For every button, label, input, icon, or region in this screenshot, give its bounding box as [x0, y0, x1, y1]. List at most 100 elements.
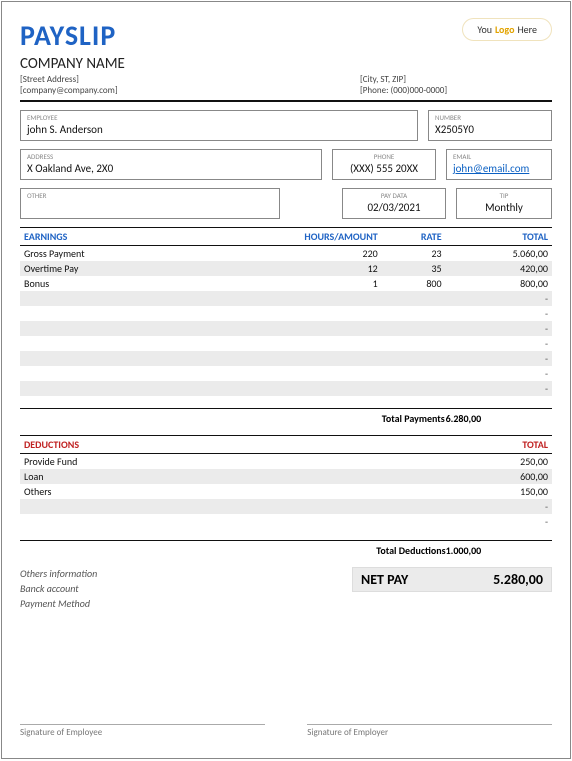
deductions-row: Loan600,00 — [20, 469, 552, 484]
deductions-col-name: DEDUCTIONS — [20, 435, 446, 453]
header-row: PAYSLIP You Logo Here — [20, 18, 552, 53]
earnings-row: Gross Payment220235.060,00 — [20, 246, 552, 262]
netpay-label: NET PAY — [361, 571, 408, 588]
logo-post: Here — [517, 23, 537, 36]
earnings-total: 5.060,00 — [446, 246, 552, 262]
employee-field: EMPLOYEE john S. Anderson — [20, 110, 418, 141]
company-city: [City, ST, ZIP] — [360, 74, 552, 85]
dash: - — [446, 351, 552, 366]
email-value: john@email.com — [453, 162, 545, 175]
company-address: [Street Address] — [20, 74, 360, 85]
deductions-name: Provide Fund — [20, 453, 446, 469]
dash: - — [446, 514, 552, 529]
deductions-total: 600,00 — [446, 469, 552, 484]
field-row-2: ADDRESS X Oakland Ave, 2X0 PHONE (XXX) 5… — [20, 149, 552, 180]
dash: - — [446, 306, 552, 321]
deductions-col-total: TOTAL — [446, 435, 552, 453]
earnings-row-empty: - — [20, 366, 552, 381]
company-phone: [Phone: (000)000-0000] — [360, 85, 552, 96]
signature-employer: Signature of Employer — [307, 724, 552, 738]
number-label: NUMBER — [435, 113, 545, 122]
deductions-name: Loan — [20, 469, 446, 484]
earnings-col-name: EARNINGS — [20, 228, 265, 246]
deductions-table: DEDUCTIONS TOTAL Provide Fund250,00Loan6… — [20, 435, 552, 558]
earnings-name: Overtime Pay — [20, 261, 265, 276]
deductions-total-value: 1.000,00 — [446, 541, 552, 558]
deductions-name: Others — [20, 484, 446, 499]
earnings-table: EARNINGS HOURS/AMOUNT RATE TOTAL Gross P… — [20, 227, 552, 425]
others-heading: Others information — [20, 567, 97, 580]
company-name: COMPANY NAME — [20, 55, 552, 73]
earnings-row: Overtime Pay1235420,00 — [20, 261, 552, 276]
deductions-total: 150,00 — [446, 484, 552, 499]
others-line-1: Payment Method — [20, 597, 97, 610]
earnings-name: Bonus — [20, 276, 265, 291]
tip-field: TIP Monthly — [456, 188, 552, 219]
company-email: [company@company.com] — [20, 85, 360, 96]
dash: - — [446, 291, 552, 306]
earnings-name: Gross Payment — [20, 246, 265, 262]
earnings-rate: 35 — [382, 261, 446, 276]
earnings-hours: 1 — [265, 276, 382, 291]
earnings-row-empty: - — [20, 291, 552, 306]
tip-value: Monthly — [463, 201, 545, 214]
address-field: ADDRESS X Oakland Ave, 2X0 — [20, 149, 322, 180]
netpay-box: NET PAY 5.280,00 — [352, 567, 552, 592]
divider — [20, 100, 552, 102]
earnings-col-total: TOTAL — [446, 228, 552, 246]
dash: - — [446, 381, 552, 396]
earnings-row-empty: - — [20, 336, 552, 351]
signature-row: Signature of Employee Signature of Emplo… — [20, 724, 552, 738]
others-line-0: Banck account — [20, 582, 97, 595]
earnings-total-label: Total Payments — [382, 408, 446, 425]
deductions-row: Provide Fund250,00 — [20, 453, 552, 469]
dash: - — [446, 366, 552, 381]
earnings-total: 800,00 — [446, 276, 552, 291]
earnings-row-empty: - — [20, 381, 552, 396]
logo-placeholder: You Logo Here — [462, 18, 552, 41]
earnings-col-rate: RATE — [382, 228, 446, 246]
logo-pre: You — [477, 23, 492, 36]
address-label: ADDRESS — [27, 152, 315, 161]
number-value: X2505Y0 — [435, 123, 545, 136]
document-title: PAYSLIP — [20, 18, 116, 53]
netpay-row: Others information Banck account Payment… — [20, 567, 552, 612]
number-field: NUMBER X2505Y0 — [428, 110, 552, 141]
paydata-value: 02/03/2021 — [349, 201, 439, 214]
deductions-row: Others150,00 — [20, 484, 552, 499]
employee-value: john S. Anderson — [27, 123, 411, 136]
earnings-col-hours: HOURS/AMOUNT — [265, 228, 382, 246]
tip-label: TIP — [463, 191, 545, 200]
phone-label: PHONE — [339, 152, 429, 161]
earnings-rate: 800 — [382, 276, 446, 291]
deductions-row-empty: - — [20, 514, 552, 529]
dash: - — [446, 336, 552, 351]
field-row-1: EMPLOYEE john S. Anderson NUMBER X2505Y0 — [20, 110, 552, 141]
logo-word: Logo — [495, 23, 514, 36]
phone-field: PHONE (XXX) 555 20XX — [332, 149, 436, 180]
company-block: COMPANY NAME [Street Address] [company@c… — [20, 55, 552, 96]
earnings-row-empty: - — [20, 321, 552, 336]
netpay-value: 5.280,00 — [493, 571, 543, 588]
payslip-document: PAYSLIP You Logo Here COMPANY NAME [Stre… — [1, 1, 571, 759]
signature-employee: Signature of Employee — [20, 724, 265, 738]
earnings-hours: 12 — [265, 261, 382, 276]
email-label: EMAIL — [453, 152, 545, 161]
employee-label: EMPLOYEE — [27, 113, 411, 122]
address-value: X Oakland Ave, 2X0 — [27, 162, 315, 175]
dash: - — [446, 321, 552, 336]
dash: - — [446, 499, 552, 514]
email-field: EMAIL john@email.com — [446, 149, 552, 180]
earnings-hours: 220 — [265, 246, 382, 262]
earnings-row-empty: - — [20, 351, 552, 366]
earnings-row: Bonus1800800,00 — [20, 276, 552, 291]
field-row-3: OTHER PAY DATA 02/03/2021 TIP Monthly — [20, 188, 552, 219]
paydata-field: PAY DATA 02/03/2021 — [342, 188, 446, 219]
deductions-total-label: Total Deductions — [20, 541, 446, 558]
phone-value: (XXX) 555 20XX — [339, 162, 429, 175]
others-info: Others information Banck account Payment… — [20, 567, 97, 612]
earnings-total: 420,00 — [446, 261, 552, 276]
earnings-total-value: 6.280,00 — [446, 408, 552, 425]
paydata-label: PAY DATA — [349, 191, 439, 200]
earnings-row-empty: - — [20, 306, 552, 321]
